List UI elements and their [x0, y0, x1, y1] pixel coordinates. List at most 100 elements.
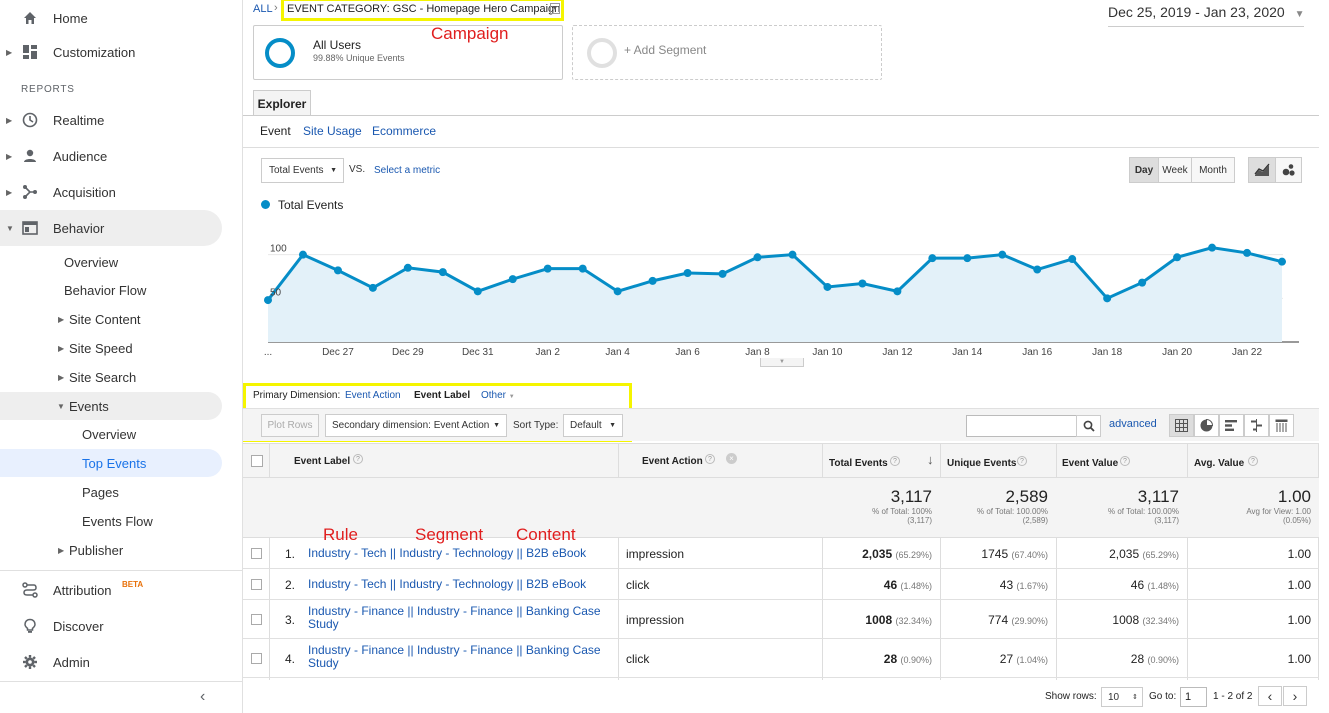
- table-row[interactable]: 4. Industry - Finance || Industry - Fina…: [243, 639, 1319, 678]
- col-event-action[interactable]: Event Action: [642, 456, 703, 467]
- advanced-filter-link[interactable]: advanced: [1109, 418, 1157, 430]
- chart-point[interactable]: [1173, 253, 1182, 262]
- help-icon[interactable]: ?: [705, 454, 715, 464]
- chart-point[interactable]: [333, 266, 342, 275]
- col-unique-events[interactable]: Unique Events: [947, 458, 1016, 469]
- nav-customization[interactable]: ▶ Customization: [0, 34, 222, 70]
- help-icon[interactable]: ?: [353, 454, 363, 464]
- subtab-ecommerce[interactable]: Ecommerce: [372, 124, 436, 138]
- chart-point[interactable]: [788, 250, 797, 259]
- secondary-dimension-dropdown[interactable]: Secondary dimension: Event Action ▼: [325, 414, 507, 437]
- row-checkbox[interactable]: [251, 613, 262, 625]
- chart-point[interactable]: [1208, 243, 1217, 252]
- dimension-event-label[interactable]: Event Label: [414, 390, 470, 401]
- table-search-input[interactable]: [966, 415, 1078, 437]
- table-row[interactable]: 3. Industry - Finance || Industry - Fina…: [243, 600, 1319, 639]
- table-search-button[interactable]: [1076, 415, 1101, 437]
- chart-point[interactable]: [578, 264, 587, 273]
- chart-point[interactable]: [928, 254, 937, 263]
- sort-type-dropdown[interactable]: Default ▼: [563, 414, 623, 437]
- table-row[interactable]: 1. Industry - Tech || Industry - Technol…: [243, 538, 1319, 569]
- chart-point[interactable]: [543, 264, 552, 273]
- nav-discover[interactable]: Discover: [0, 608, 222, 644]
- view-pie-button[interactable]: [1194, 414, 1219, 437]
- chart-resize-handle[interactable]: ▼: [760, 358, 804, 367]
- nav-publisher[interactable]: ▶ Publisher: [0, 536, 222, 564]
- nav-pages[interactable]: Pages: [0, 478, 222, 506]
- nav-behavior-overview[interactable]: Overview: [0, 248, 222, 276]
- chart-point[interactable]: [438, 268, 447, 277]
- chart-point[interactable]: [473, 287, 482, 296]
- interval-month-button[interactable]: Month: [1191, 157, 1235, 183]
- chart-point[interactable]: [1103, 294, 1112, 303]
- chart-point[interactable]: [613, 287, 622, 296]
- table-row[interactable]: 2. Industry - Tech || Industry - Technol…: [243, 569, 1319, 600]
- chart-point[interactable]: [683, 269, 692, 278]
- chart-point[interactable]: [648, 276, 657, 285]
- nav-behavior[interactable]: ▼ Behavior: [0, 210, 222, 246]
- nav-site-content[interactable]: ▶ Site Content: [0, 305, 222, 333]
- collapse-sidebar-icon[interactable]: ‹: [200, 688, 205, 706]
- chart-point[interactable]: [858, 279, 867, 288]
- help-icon[interactable]: ?: [1017, 456, 1027, 466]
- col-event-label[interactable]: Event Label: [294, 456, 350, 467]
- remove-secondary-dimension-icon[interactable]: ×: [726, 453, 737, 464]
- nav-admin[interactable]: Admin: [0, 644, 222, 680]
- help-icon[interactable]: ?: [1248, 456, 1258, 466]
- chart-point[interactable]: [963, 254, 972, 263]
- chart-point[interactable]: [298, 250, 307, 259]
- view-table-button[interactable]: [1169, 414, 1194, 437]
- nav-attribution[interactable]: Attribution BETA: [0, 572, 222, 608]
- nav-events-flow[interactable]: Events Flow: [0, 507, 222, 535]
- line-chart-toggle[interactable]: [1248, 157, 1276, 183]
- nav-site-speed[interactable]: ▶ Site Speed: [0, 334, 222, 362]
- row-event-label-link[interactable]: Industry - Tech || Industry - Technology…: [308, 546, 608, 560]
- event-category-dropdown-icon[interactable]: ▼: [550, 3, 560, 14]
- chart-point[interactable]: [823, 282, 832, 291]
- select-all-checkbox[interactable]: [251, 455, 263, 467]
- sort-descending-icon[interactable]: ↓: [927, 452, 934, 467]
- chart-point[interactable]: [1243, 248, 1252, 257]
- view-performance-button[interactable]: [1219, 414, 1244, 437]
- row-checkbox[interactable]: [251, 578, 262, 590]
- nav-events[interactable]: ▼ Events: [0, 392, 222, 420]
- chart-point[interactable]: [718, 269, 727, 278]
- chart-point[interactable]: [508, 275, 517, 284]
- nav-audience[interactable]: ▶ Audience: [0, 138, 222, 174]
- chart-point[interactable]: [1278, 257, 1286, 266]
- view-pivot-button[interactable]: [1269, 414, 1294, 437]
- col-avg-value[interactable]: Avg. Value: [1194, 458, 1244, 469]
- help-icon[interactable]: ?: [890, 456, 900, 466]
- add-segment-button[interactable]: + Add Segment: [572, 25, 882, 80]
- chart-point[interactable]: [998, 250, 1007, 259]
- nav-home[interactable]: Home: [0, 0, 222, 36]
- dimension-event-action[interactable]: Event Action: [345, 390, 401, 401]
- interval-week-button[interactable]: Week: [1158, 157, 1192, 183]
- metric-dropdown[interactable]: Total Events ▼: [261, 158, 344, 183]
- tab-explorer[interactable]: Explorer: [253, 90, 311, 116]
- prev-page-button[interactable]: ‹: [1258, 686, 1282, 706]
- go-to-input[interactable]: 1: [1180, 687, 1207, 707]
- motion-chart-toggle[interactable]: [1275, 157, 1302, 183]
- col-total-events[interactable]: Total Events: [829, 458, 888, 469]
- plot-rows-button[interactable]: Plot Rows: [261, 414, 319, 437]
- nav-site-search[interactable]: ▶ Site Search: [0, 363, 222, 391]
- help-icon[interactable]: ?: [1120, 456, 1130, 466]
- date-range[interactable]: Dec 25, 2019 - Jan 23, 2020 ▼: [1108, 4, 1304, 20]
- subtab-event[interactable]: Event: [260, 124, 291, 138]
- nav-acquisition[interactable]: ▶ Acquisition: [0, 174, 222, 210]
- select-metric-link[interactable]: Select a metric: [374, 165, 440, 176]
- subtab-site-usage[interactable]: Site Usage: [303, 124, 362, 138]
- chart-point[interactable]: [1068, 255, 1077, 264]
- col-event-value[interactable]: Event Value: [1062, 458, 1118, 469]
- chart-point[interactable]: [893, 287, 902, 296]
- nav-realtime[interactable]: ▶ Realtime: [0, 102, 222, 138]
- nav-events-overview[interactable]: Overview: [0, 420, 222, 448]
- view-comparison-button[interactable]: [1244, 414, 1269, 437]
- interval-day-button[interactable]: Day: [1129, 157, 1159, 183]
- chart-point[interactable]: [1138, 278, 1147, 287]
- chart-point[interactable]: [1033, 265, 1042, 274]
- row-event-label-link[interactable]: Industry - Tech || Industry - Technology…: [308, 577, 608, 591]
- segment-all-users[interactable]: All Users 99.88% Unique Events: [253, 25, 563, 80]
- next-page-button[interactable]: ›: [1283, 686, 1307, 706]
